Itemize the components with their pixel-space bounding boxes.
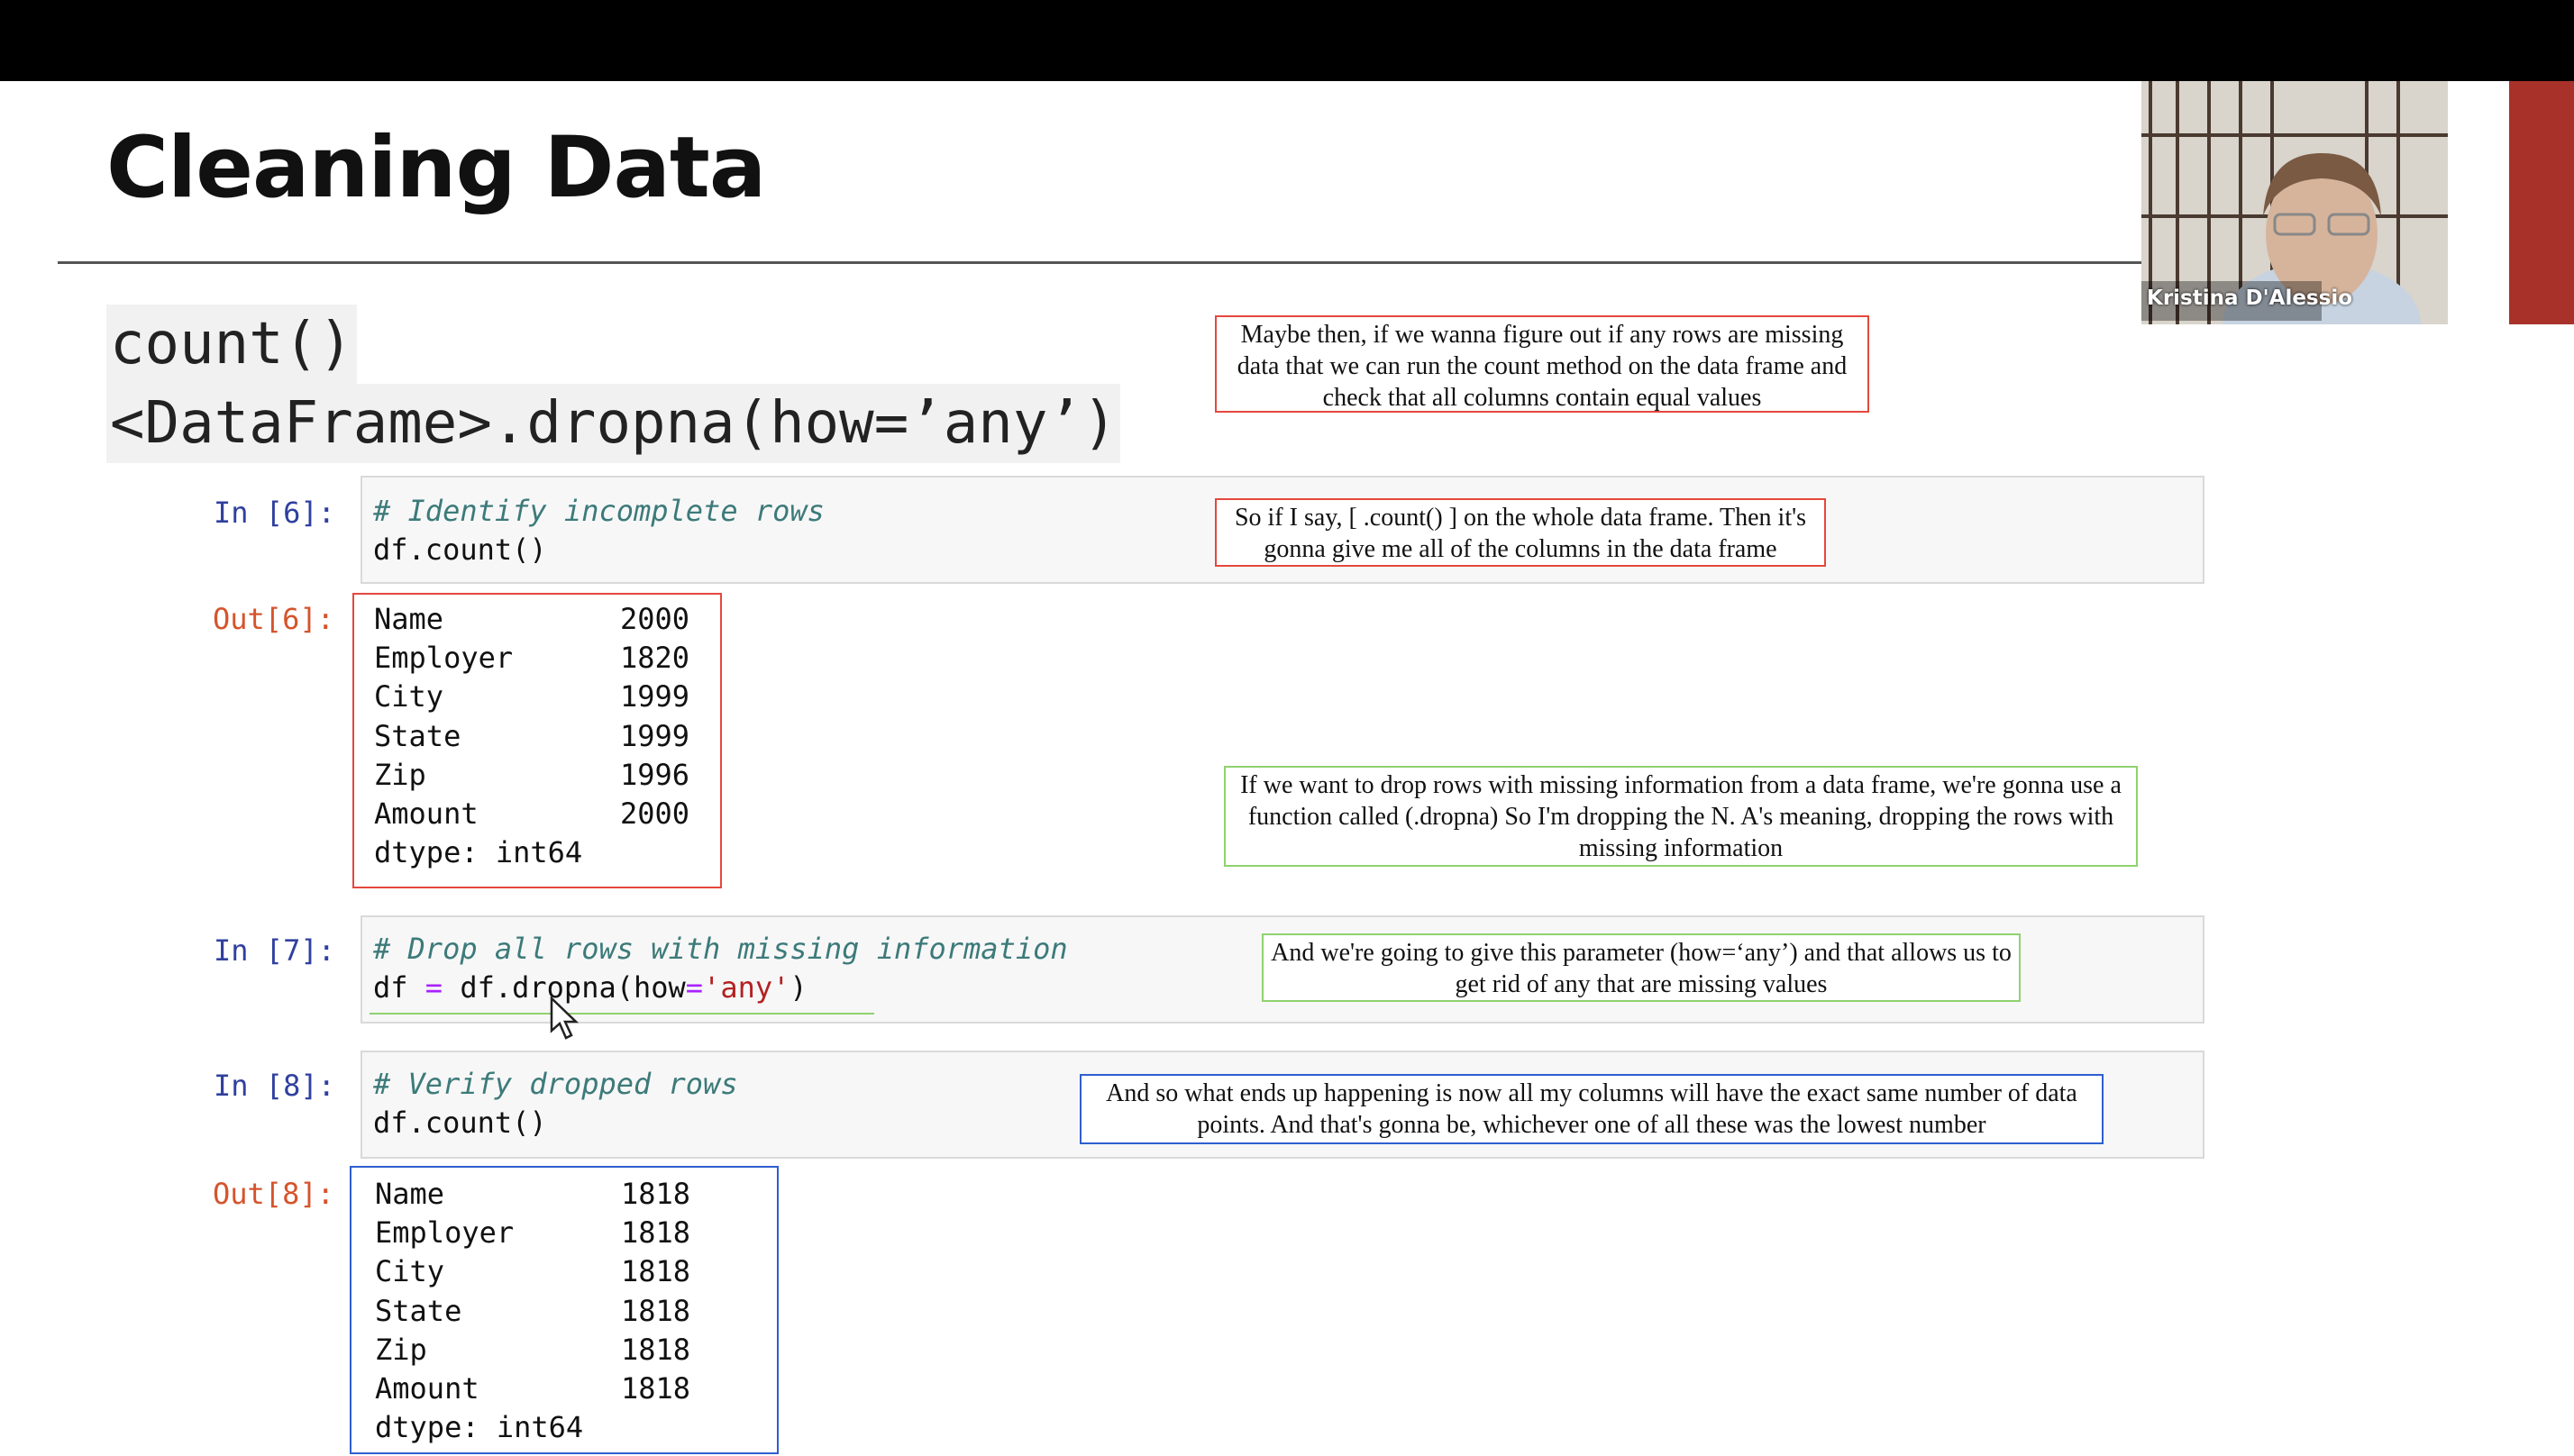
table-row: State 1818 <box>375 1293 690 1328</box>
cell-in6-prompt: In [6]: <box>214 496 335 530</box>
cell-out6-prompt: Out[6]: <box>213 602 334 636</box>
table-row: Employer 1818 <box>375 1215 690 1251</box>
output-box-out6: Name 2000 Employer 1820 City 1999 State 1999… <box>352 593 722 888</box>
title-divider <box>58 261 2144 264</box>
cell-in8-prompt: In [8]: <box>214 1069 335 1103</box>
annotation-count-method: Maybe then, if we wanna figure out if an… <box>1215 315 1869 413</box>
code-underline <box>370 1013 874 1015</box>
table-row: dtype: int64 <box>375 1408 690 1447</box>
method-dropna: <DataFrame>.dropna(how=’any’) <box>106 384 1121 463</box>
table-row: Amount 2000 <box>374 796 689 832</box>
annotation-how-any: And we're going to give this parameter (… <box>1262 933 2021 1002</box>
dtype-label: dtype: int64 <box>374 835 583 870</box>
cell-in7-close: ) <box>790 970 808 1005</box>
cell-in8-comment: # Verify dropped rows <box>373 1067 738 1101</box>
table-row: Zip 1818 <box>375 1332 690 1367</box>
table-row: City 1999 <box>374 679 689 714</box>
speaker-name-label: Kristina D'Alessio <box>2147 287 2353 310</box>
cell-in6-comment: # Identify incomplete rows <box>373 494 825 528</box>
output-table-out8: Name 1818 Employer 1818 City 1818 State 1818… <box>375 1175 690 1447</box>
cell-in7-string: 'any' <box>703 970 790 1005</box>
annotation-count-whole-frame: So if I say, [ .count() ] on the whole d… <box>1215 498 1826 567</box>
table-row: City 1818 <box>375 1254 690 1289</box>
output-box-out8: Name 1818 Employer 1818 City 1818 State 1818… <box>350 1166 779 1454</box>
table-row: Employer 1820 <box>374 641 689 676</box>
output-table-out6: Name 2000 Employer 1820 City 1999 State 1999… <box>374 600 689 872</box>
cell-out8-prompt: Out[8]: <box>213 1177 334 1211</box>
mouse-cursor-icon <box>550 996 580 1040</box>
table-row: Name 2000 <box>374 602 689 637</box>
annotation-dropna-function: If we want to drop rows with missing inf… <box>1224 766 2138 867</box>
method-count: count() <box>106 305 357 384</box>
table-row: dtype: int64 <box>374 833 689 872</box>
method-list: count() <DataFrame>.dropna(how=’any’) <box>106 305 1121 463</box>
table-row: State 1999 <box>374 718 689 753</box>
cell-in7-comment: # Drop all rows with missing information <box>373 932 1068 966</box>
cell-in7-eq: = <box>685 970 704 1005</box>
cell-in7-var: df <box>373 970 408 1005</box>
cell-in7-prompt: In [7]: <box>214 933 335 968</box>
table-row: Name 1818 <box>375 1177 690 1212</box>
annotation-equal-counts: And so what ends up happening is now all… <box>1080 1074 2104 1144</box>
cell-in6-code: df.count() <box>373 532 547 567</box>
slide-title: Cleaning Data <box>106 119 766 217</box>
table-row: Zip 1996 <box>374 757 689 792</box>
top-black-bar <box>0 0 2574 81</box>
dtype-label: dtype: int64 <box>375 1410 584 1445</box>
cell-in8-code: df.count() <box>373 1106 547 1140</box>
table-row: Amount 1818 <box>375 1371 690 1406</box>
cell-in7-assign: = <box>424 970 443 1005</box>
